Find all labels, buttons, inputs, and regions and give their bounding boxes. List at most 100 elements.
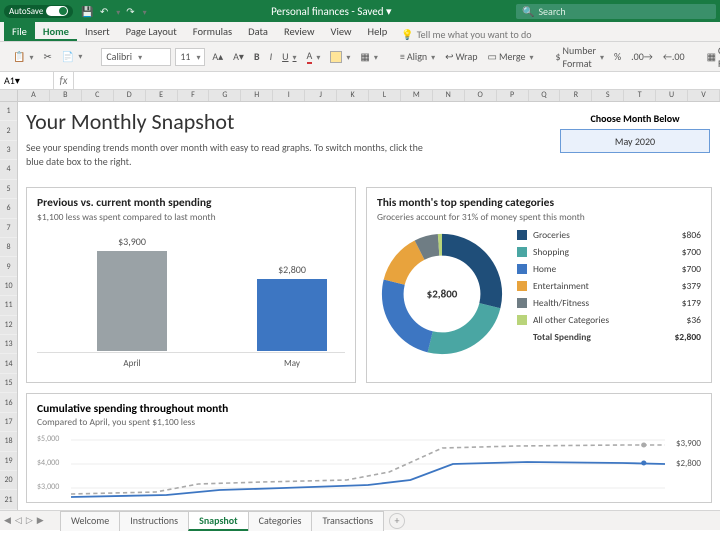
lightbulb-icon: 💡 (401, 28, 413, 41)
increase-font-icon[interactable]: A▴ (209, 48, 226, 65)
sheet-canvas[interactable]: Your Monthly Snapshot See your spending … (18, 102, 720, 510)
column-headers[interactable]: ABCDEFGHIJKLMNOPQRSTUV (18, 90, 720, 102)
conditional-formatting-button[interactable]: ▦ Conditional Formatting (704, 42, 720, 72)
paste-button[interactable]: 📋 (10, 48, 36, 65)
sheet-nav-first-icon[interactable]: ◀ (4, 515, 11, 526)
bold-button[interactable]: B (251, 48, 263, 65)
bar-may: $2,800 (257, 263, 327, 351)
wrap-button[interactable]: ↩ Wrap (442, 48, 480, 65)
font-name-combo[interactable]: Calibri (101, 48, 171, 66)
ribbon-tabs: FileHomeInsertPage LayoutFormulasDataRev… (0, 22, 720, 42)
merge-button[interactable]: ▭ Merge (485, 48, 537, 65)
fill-color-button[interactable] (327, 48, 353, 65)
legend-swatch (517, 315, 527, 325)
legend-amount: $36 (687, 314, 701, 326)
formula-input[interactable] (74, 72, 720, 89)
legend-swatch (517, 264, 527, 274)
redo-icon[interactable]: ↷ (126, 5, 134, 18)
ribbon-tab-data[interactable]: Data (240, 22, 276, 41)
search-icon: 🔍 (522, 5, 534, 18)
line-end-label-prev: $3,900 (676, 438, 701, 449)
sheet-tab-categories[interactable]: Categories (248, 511, 313, 531)
legend-amount: $700 (682, 246, 701, 258)
ribbon-tab-file[interactable]: File (4, 22, 35, 41)
save-icon[interactable]: 💾 (81, 5, 93, 18)
sheet-tab-transactions[interactable]: Transactions (311, 511, 384, 531)
decrease-font-icon[interactable]: A▾ (230, 48, 247, 65)
donut-card-sub: Groceries account for 31% of money spent… (377, 211, 701, 223)
italic-button[interactable]: I (267, 48, 276, 65)
copy-button[interactable]: 📄 (59, 48, 85, 65)
legend-name: Shopping (533, 246, 682, 258)
autosave-toggle[interactable]: AutoSave (4, 5, 73, 18)
legend-name: Entertainment (533, 280, 682, 292)
tell-me[interactable]: 💡 Tell me what you want to do (401, 28, 531, 41)
legend-swatch (517, 298, 527, 308)
autosave-label: AutoSave (9, 6, 43, 17)
ribbon-tab-help[interactable]: Help (360, 22, 396, 41)
bar-value-label: $3,900 (97, 235, 167, 248)
y-axis-label: $4,000 (37, 458, 59, 468)
legend-name: Groceries (533, 229, 682, 241)
font-color-button[interactable]: A (304, 47, 324, 66)
increase-decimal-icon[interactable]: .00→ (628, 48, 656, 65)
legend-item: Health/Fitness$179 (517, 297, 701, 309)
toggle-switch-icon (46, 6, 68, 16)
line-end-label-curr: $2,800 (676, 458, 701, 469)
legend-swatch (517, 247, 527, 257)
bar-value-label: $2,800 (257, 263, 327, 276)
bar-category-label: April (97, 358, 167, 369)
fx-icon[interactable]: fx (54, 72, 74, 89)
cut-button[interactable]: ✂ (40, 48, 54, 65)
bar-card-title: Previous vs. current month spending (37, 196, 345, 210)
formula-bar: A1 ▾ fx (0, 72, 720, 90)
ribbon-tab-view[interactable]: View (322, 22, 359, 41)
sheet-tab-welcome[interactable]: Welcome (60, 511, 120, 531)
undo-dropdown[interactable] (114, 5, 120, 18)
legend-swatch (517, 230, 527, 240)
ribbon-tab-formulas[interactable]: Formulas (185, 22, 240, 41)
sheet-tabs: ◀ ◁ ▷ ▶ WelcomeInstructionsSnapshotCateg… (0, 510, 720, 530)
legend-item: Groceries$806 (517, 229, 701, 241)
ribbon: 📋 ✂ 📄 Calibri 11 A▴ A▾ B I U A ▦ ≡ Align… (0, 42, 720, 72)
bar-chart-card: Previous vs. current month spending $1,1… (26, 187, 356, 383)
legend-item: Home$700 (517, 263, 701, 275)
bar-card-sub: $1,100 less was spent compared to last m… (37, 211, 345, 223)
borders-button[interactable]: ▦ (357, 48, 380, 65)
number-format-button[interactable]: $ Number Format (552, 42, 607, 72)
font-size-combo[interactable]: 11 (175, 48, 205, 66)
name-box[interactable]: A1 ▾ (0, 72, 54, 89)
sheet-nav-next-icon[interactable]: ▷ (26, 515, 33, 526)
percent-icon[interactable]: % (611, 48, 624, 65)
select-all-corner[interactable] (0, 90, 18, 102)
bar-category-label: May (257, 358, 327, 369)
sheet-nav-last-icon[interactable]: ▶ (37, 515, 44, 526)
align-button[interactable]: ≡ Align (397, 48, 438, 65)
ribbon-tab-review[interactable]: Review (276, 22, 323, 41)
spreadsheet-grid: ABCDEFGHIJKLMNOPQRSTUV 12345678910111213… (0, 90, 720, 510)
ribbon-tab-home[interactable]: Home (35, 22, 77, 41)
ribbon-tab-page-layout[interactable]: Page Layout (118, 22, 185, 41)
cumulative-card: Cumulative spending throughout month Com… (26, 393, 712, 503)
underline-button[interactable]: U (279, 48, 299, 65)
ribbon-tab-insert[interactable]: Insert (77, 22, 118, 41)
month-picker-box[interactable]: May 2020 (560, 129, 710, 153)
legend-item: Shopping$700 (517, 246, 701, 258)
legend-name: All other Categories (533, 314, 687, 326)
add-sheet-button[interactable]: + (389, 513, 405, 529)
legend-name: Home (533, 263, 682, 275)
legend-item: Entertainment$379 (517, 280, 701, 292)
search-box[interactable]: 🔍 Search (516, 4, 716, 19)
decrease-decimal-icon[interactable]: ←.00 (660, 48, 688, 65)
sheet-nav-prev-icon[interactable]: ◁ (15, 515, 22, 526)
legend-swatch (517, 281, 527, 291)
title-bar: AutoSave 💾 ↶ ↷ Personal finances - Saved… (0, 0, 720, 22)
qat-customize[interactable] (141, 5, 147, 18)
y-axis-label: $5,000 (37, 434, 59, 444)
row-headers[interactable]: 123456789101112131415161718192021 (0, 102, 18, 510)
sheet-tab-instructions[interactable]: Instructions (119, 511, 189, 531)
legend-total: Total Spending$2,800 (517, 331, 701, 343)
sheet-tab-snapshot[interactable]: Snapshot (188, 511, 249, 531)
undo-icon[interactable]: ↶ (100, 5, 108, 18)
legend-name: Health/Fitness (533, 297, 682, 309)
